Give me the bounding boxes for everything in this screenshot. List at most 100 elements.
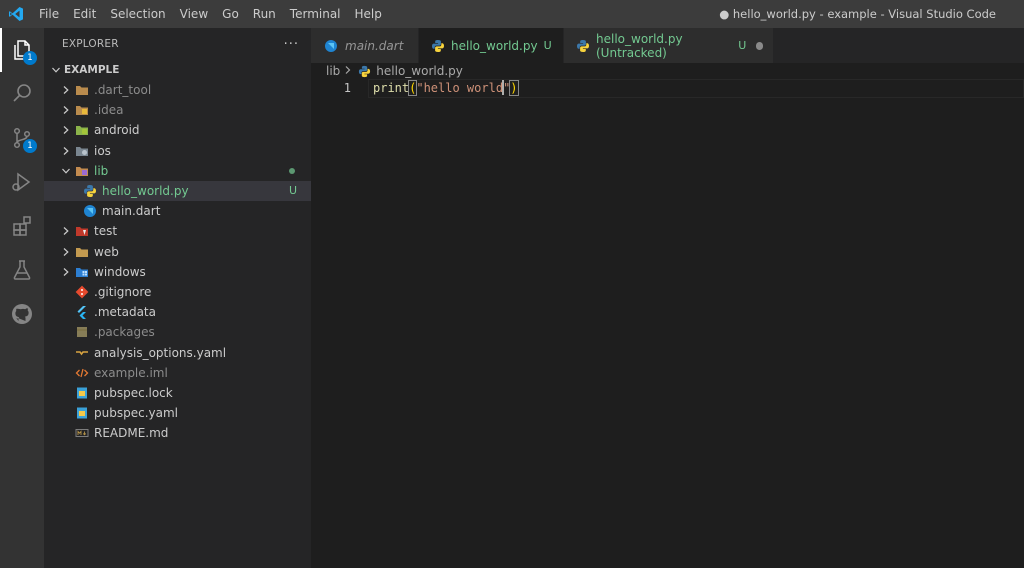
chevron-right-icon [58,82,74,98]
tree-item-ios[interactable]: ios [44,141,311,161]
python-icon [576,38,590,54]
token-function: print [373,81,410,95]
token-string: "hello world [416,81,504,95]
explorer-title: EXPLORER [62,38,119,50]
xml-icon [74,365,90,381]
chevron-down-icon [48,62,64,78]
tab-label: hello_world.py [451,38,538,53]
tree-item-pubspec-lock[interactable]: pubspec.lock [44,383,311,403]
modified-dot-icon [289,167,295,174]
testing-button[interactable] [0,248,44,292]
tree-item-readme[interactable]: README.md [44,423,311,443]
chevron-right-icon [58,244,74,260]
chevron-down-icon [58,163,74,179]
tree-item-lib[interactable]: lib [44,161,311,181]
tree-item-label: lib [94,163,109,178]
menu-help[interactable]: Help [348,0,389,28]
tree-item-test[interactable]: test [44,221,311,241]
windows-folder-icon [74,264,90,280]
test-folder-icon [74,223,90,239]
workspace-section-header[interactable]: EXAMPLE [44,60,311,80]
tree-item-pubspec-yaml[interactable]: pubspec.yaml [44,403,311,423]
chevron-right-icon [344,65,352,78]
tree-item-label: android [94,123,140,138]
run-debug-button[interactable] [0,160,44,204]
tree-item-label: .idea [94,103,124,118]
github-icon [12,304,32,324]
tree-item-label: .packages [94,325,155,340]
ios-folder-icon [74,143,90,159]
packages-icon [74,324,90,340]
dart-icon [82,203,98,219]
tree-item-example-iml[interactable]: example.iml [44,363,311,383]
tree-item-label: pubspec.yaml [94,406,178,421]
menu-run[interactable]: Run [246,0,283,28]
tree-item-label: web [94,244,119,259]
tab-label: main.dart [345,38,404,53]
chevron-right-icon [58,143,74,159]
extensions-icon [13,216,31,236]
tree-item-label: .dart_tool [94,83,152,98]
line-number: 1 [343,81,351,95]
activity-bar: 1 1 [0,28,44,568]
run-debug-icon [12,172,31,192]
untracked-decoration: U [288,183,297,197]
testing-icon [13,260,31,280]
code-line[interactable]: print("hello world") [373,79,519,98]
menu-terminal[interactable]: Terminal [283,0,348,28]
explorer-sidebar: EXPLORER ··· EXAMPLE .dart_tool .idea an… [44,28,311,568]
tree-item-label: main.dart [102,204,161,219]
breadcrumb-file[interactable]: hello_world.py [376,64,463,78]
github-button[interactable] [0,292,44,336]
search-icon [13,84,31,102]
code-editor[interactable]: 1 print("hello world") [311,79,1024,568]
tree-item-label: example.iml [94,365,168,380]
chevron-right-icon [58,223,74,239]
window-title: ● hello_world.py - example - Visual Stud… [719,7,996,21]
extensions-button[interactable] [0,204,44,248]
menu-file[interactable]: File [32,0,66,28]
source-control-button[interactable]: 1 [0,116,44,160]
tree-item-label: .metadata [94,305,156,320]
tree-item-packages[interactable]: .packages [44,322,311,342]
tree-item-main-dart[interactable]: main.dart [44,201,311,221]
tree-item-analysis-options[interactable]: analysis_options.yaml [44,342,311,362]
source-control-badge: 1 [23,139,37,153]
vscode-logo-icon [0,0,32,28]
tree-item-dart-tool[interactable]: .dart_tool [44,80,311,100]
breadcrumb-folder[interactable]: lib [326,64,340,78]
explorer-button[interactable]: 1 [0,28,44,72]
tree-item-label: test [94,224,118,239]
breadcrumb: lib hello_world.py [311,63,1024,79]
explorer-badge: 1 [23,51,37,65]
folder-icon [74,102,90,118]
search-button[interactable] [0,72,44,116]
tree-item-hello-world-py[interactable]: hello_world.py U [44,180,311,202]
tree-item-gitignore[interactable]: .gitignore [44,282,311,302]
tab-hello-world-py-untracked[interactable]: hello_world.py (Untracked) U [564,28,774,63]
tab-main-dart[interactable]: main.dart [311,28,419,63]
tree-item-metadata[interactable]: .metadata [44,302,311,322]
chevron-right-icon [58,102,74,118]
menu-view[interactable]: View [173,0,215,28]
folder-icon [74,82,90,98]
tree-item-windows[interactable]: windows [44,262,311,282]
menu-edit[interactable]: Edit [66,0,103,28]
yaml-icon [74,345,90,361]
menu-go[interactable]: Go [215,0,246,28]
chevron-right-icon [58,264,74,280]
python-icon [431,38,445,54]
tab-hello-world-py[interactable]: hello_world.py U [419,28,564,63]
editor-tab-bar: main.dart hello_world.py U hello_world.p… [311,28,1024,63]
tab-status: U [543,39,552,52]
menu-selection[interactable]: Selection [103,0,172,28]
tree-item-android[interactable]: android [44,120,311,140]
git-icon [74,284,90,300]
tree-item-idea[interactable]: .idea [44,100,311,120]
title-bar: File Edit Selection View Go Run Terminal… [0,0,1024,28]
tree-item-web[interactable]: web [44,242,311,262]
tree-item-label: pubspec.lock [94,385,173,400]
unsaved-dot-icon[interactable] [756,41,763,50]
workspace-name: EXAMPLE [64,64,120,76]
more-actions-icon[interactable]: ··· [284,37,299,52]
